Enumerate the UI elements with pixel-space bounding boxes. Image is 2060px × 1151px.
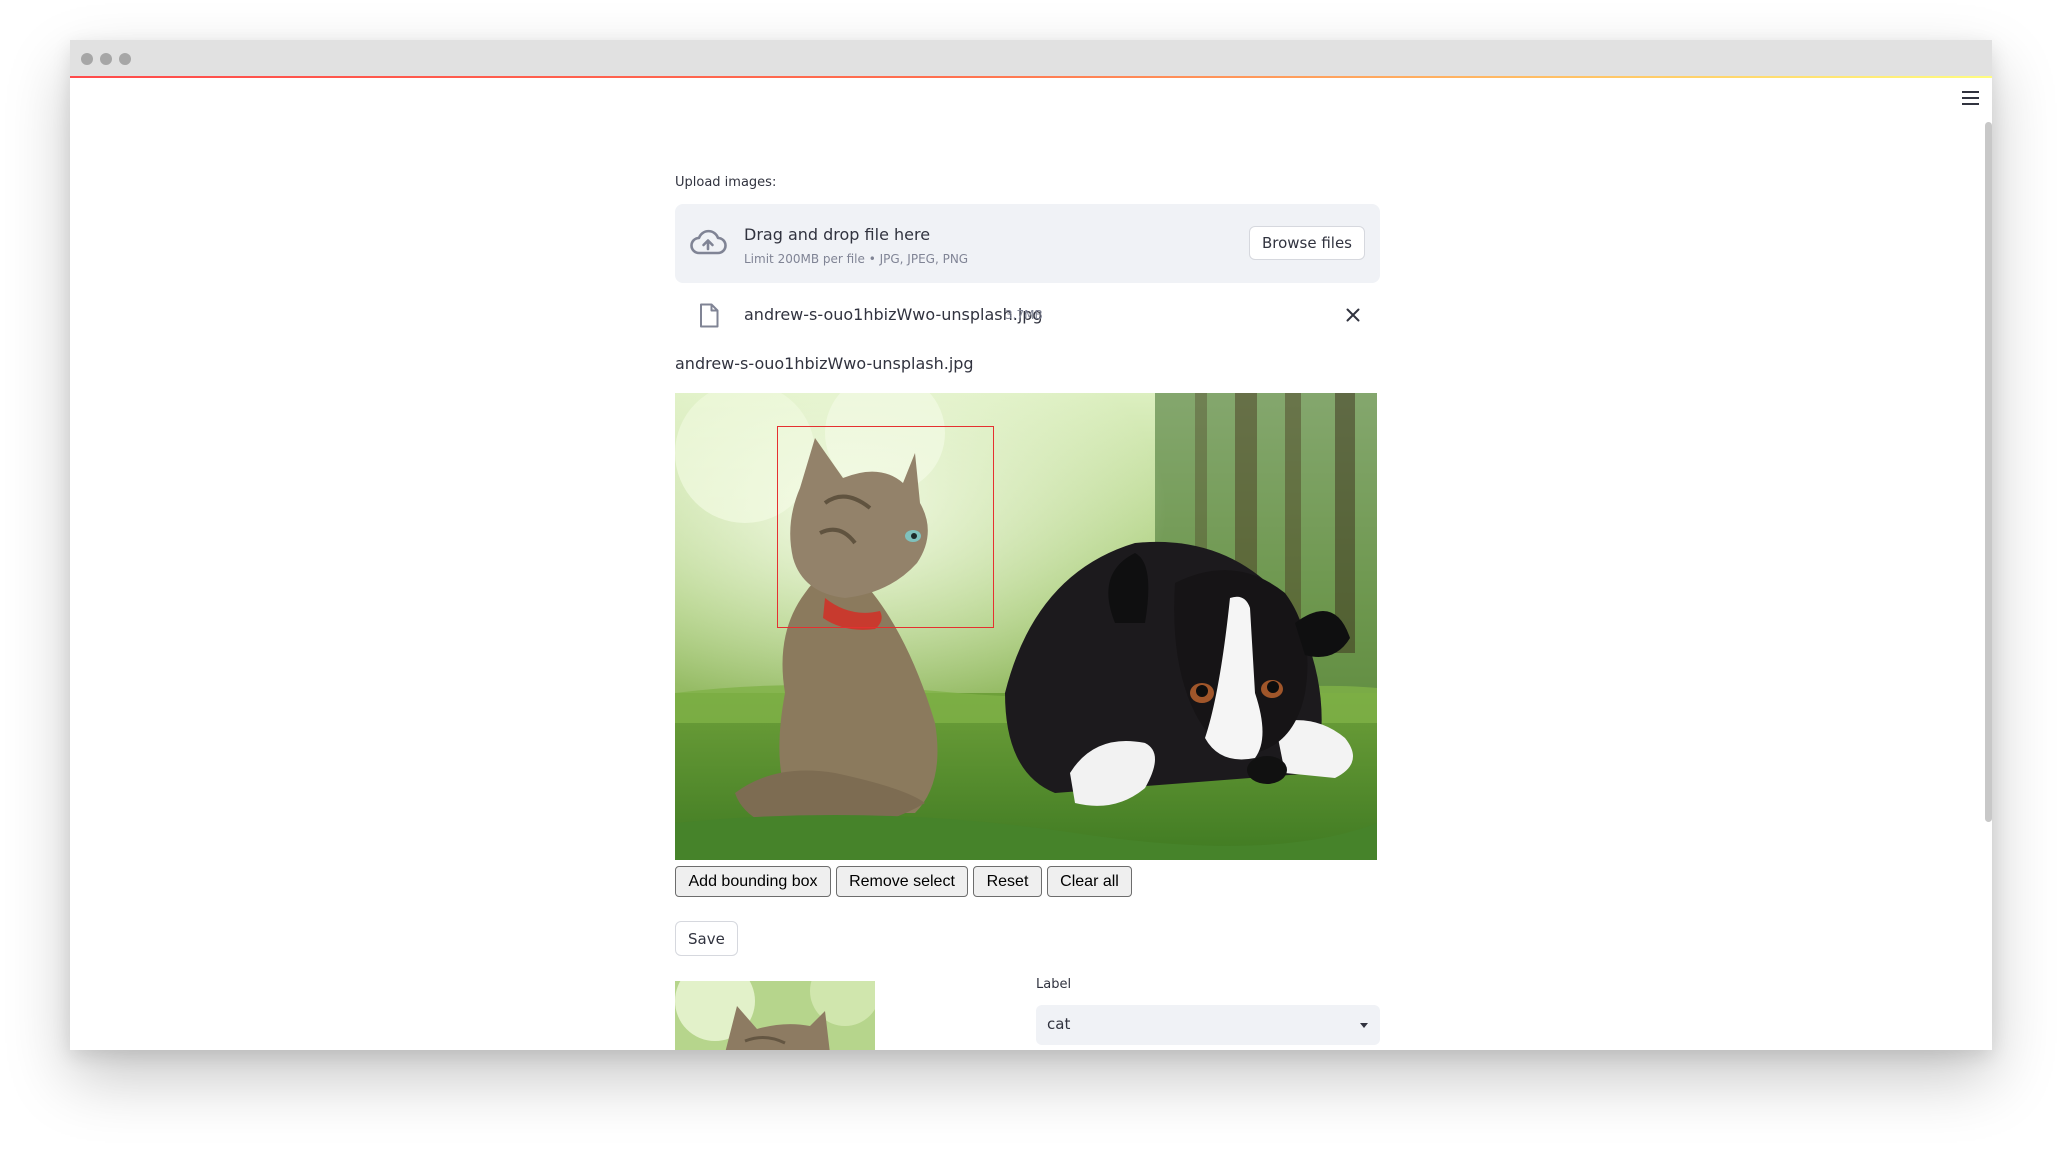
remove-select-button[interactable]: Remove select <box>836 866 968 897</box>
clear-all-button[interactable]: Clear all <box>1047 866 1132 897</box>
image-caption: andrew-s-ouo1hbizWwo-unsplash.jpg <box>675 354 974 373</box>
window-maximize-dot[interactable] <box>119 53 131 65</box>
uploaded-file-size: 3.7MB <box>1005 308 1043 322</box>
browse-files-button[interactable]: Browse files <box>1248 226 1365 260</box>
scrollbar[interactable] <box>1985 122 1992 822</box>
chevron-down-icon <box>1360 1023 1368 1028</box>
label-field-title: Label <box>1036 977 1072 992</box>
cropped-thumbnail <box>675 981 875 1050</box>
add-bounding-box-button[interactable]: Add bounding box <box>675 866 831 897</box>
header-decoration-bar <box>70 76 1992 78</box>
browser-window: Upload images: Drag and drop file here L… <box>70 40 1992 1050</box>
window-minimize-dot[interactable] <box>100 53 112 65</box>
cloud-upload-icon <box>690 229 727 255</box>
cat-dog-photo <box>675 393 1377 860</box>
window-close-dot[interactable] <box>81 53 93 65</box>
reset-button[interactable]: Reset <box>973 866 1042 897</box>
annotation-canvas[interactable] <box>675 393 1377 860</box>
label-select[interactable]: cat <box>1036 1005 1380 1045</box>
file-limit-text: Limit 200MB per file • JPG, JPEG, PNG <box>744 252 969 266</box>
window-titlebar <box>70 40 1992 76</box>
drag-drop-text: Drag and drop file here <box>744 225 931 244</box>
file-dropzone[interactable]: Drag and drop file here Limit 200MB per … <box>675 204 1380 283</box>
uploaded-file-name: andrew-s-ouo1hbizWwo-unsplash.jpg <box>744 305 1043 324</box>
main-menu-icon[interactable] <box>1962 91 1979 105</box>
file-icon <box>700 303 719 328</box>
uploaded-file-row: andrew-s-ouo1hbizWwo-unsplash.jpg 3.7MB <box>675 295 1380 335</box>
save-button[interactable]: Save <box>675 921 738 956</box>
label-select-value: cat <box>1047 1015 1071 1033</box>
cat-crop-image <box>675 981 875 1050</box>
remove-file-icon[interactable] <box>1341 303 1365 327</box>
upload-label: Upload images: <box>675 175 777 190</box>
